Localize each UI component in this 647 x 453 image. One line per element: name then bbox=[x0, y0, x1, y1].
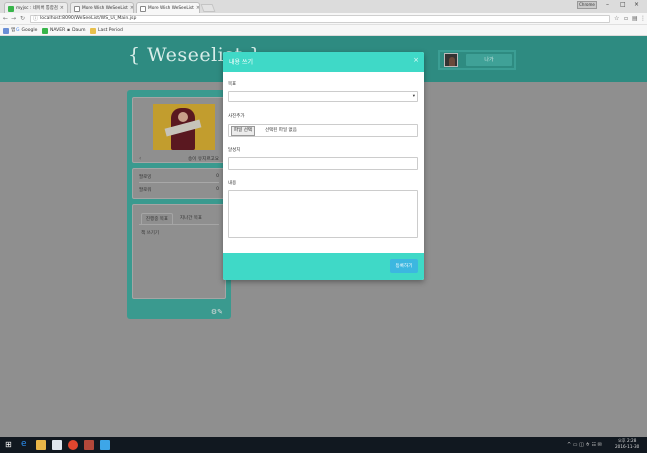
bookmark-naver[interactable]: NAVER bbox=[42, 25, 65, 36]
windows-start-icon[interactable]: ⊞ bbox=[5, 440, 12, 449]
naver-favicon-icon bbox=[8, 5, 14, 12]
bookmark-google[interactable]: G Google bbox=[16, 25, 37, 36]
edge-icon[interactable]: e bbox=[21, 439, 27, 449]
goal-list-panel: 진행중 목표 지나간 목표 책 쓰기기 bbox=[132, 204, 226, 299]
file-select-button[interactable]: 파일 선택 bbox=[231, 126, 255, 136]
browser-tab-active[interactable]: More Wish WeSeeList × bbox=[136, 2, 200, 13]
browser-tab[interactable]: myjsc : 네이버 통합검 × bbox=[4, 2, 68, 13]
address-url: localhost:8090/WeSeeList/WS_Ui_Main.jsp bbox=[40, 16, 137, 21]
achieved-input[interactable] bbox=[228, 157, 418, 170]
close-icon[interactable]: × bbox=[130, 4, 133, 13]
app-icon[interactable] bbox=[100, 440, 110, 450]
bookmark-label: NAVER bbox=[50, 28, 66, 33]
bookmark-label: Google bbox=[21, 28, 38, 33]
browser-tab-bar: myjsc : 네이버 통합검 × More Wish WeSeeList × … bbox=[0, 0, 647, 13]
profile-stats: 팔로잉 0 팔로워 0 bbox=[132, 168, 226, 199]
photo-label: 사진추가 bbox=[228, 114, 245, 119]
tab-past-goals[interactable]: 지나간 목표 bbox=[175, 213, 207, 224]
modal-header: 내용 쓰기 × bbox=[223, 52, 424, 72]
bookmark-apps[interactable]: 앱 bbox=[3, 25, 15, 36]
tab-divider bbox=[139, 224, 219, 225]
bookmark-daum[interactable]: ▪ Daum bbox=[67, 25, 86, 36]
google-icon: G bbox=[16, 28, 20, 33]
close-window-icon[interactable]: × bbox=[634, 1, 639, 8]
list-item[interactable]: 책 쓰기기 bbox=[141, 230, 159, 236]
back-icon[interactable]: ← bbox=[3, 15, 8, 22]
daum-icon: ▪ bbox=[67, 28, 71, 33]
chrome-icon[interactable] bbox=[68, 440, 78, 450]
apps-icon bbox=[3, 27, 9, 34]
file-status: 선택된 파일 없음 bbox=[265, 128, 297, 133]
profile-photo bbox=[153, 104, 215, 150]
system-tray[interactable]: ^ ▭ ◫ ㅎ ☷ ✉ bbox=[567, 441, 602, 448]
bookmark-last-period[interactable]: Last Period bbox=[90, 25, 123, 36]
user-panel: 나가 bbox=[438, 50, 516, 70]
modal-footer: 등록하기 bbox=[223, 253, 424, 280]
info-icon[interactable]: ⓘ bbox=[33, 16, 38, 22]
category-select[interactable]: ▾ bbox=[228, 91, 418, 102]
stat-value: 0 bbox=[216, 174, 219, 179]
page-viewport: { Weseelist } 나가 ‹ 송이 유지르고요 팔로잉 0 팔로워 0 … bbox=[0, 36, 647, 437]
browser-profile-badge[interactable]: Chrome bbox=[577, 1, 597, 9]
card-tools: ⚙✎ bbox=[211, 308, 223, 316]
address-bar[interactable]: ⓘ localhost:8090/WeSeeList/WS_Ui_Main.js… bbox=[30, 15, 610, 23]
profile-card: ‹ 송이 유지르고요 팔로잉 0 팔로워 0 진행중 목표 지나간 목표 책 쓰… bbox=[127, 90, 231, 319]
profile-name: 송이 유지르고요 bbox=[187, 157, 219, 162]
menu-icon[interactable]: ⋮ bbox=[640, 15, 646, 22]
stat-following[interactable]: 팔로잉 0 bbox=[139, 174, 219, 183]
chevron-left-icon[interactable]: ‹ bbox=[139, 155, 141, 162]
category-label: 목표 bbox=[228, 82, 237, 87]
page-favicon-icon bbox=[74, 5, 80, 12]
reload-icon[interactable]: ↻ bbox=[20, 15, 25, 22]
page-favicon-icon bbox=[140, 5, 146, 12]
stat-label: 팔로워 bbox=[139, 188, 152, 193]
logout-button[interactable]: 나가 bbox=[466, 54, 512, 66]
profile-photo-section: ‹ 송이 유지르고요 bbox=[132, 97, 226, 163]
folder-icon bbox=[90, 27, 96, 34]
tab-label: More Wish WeSeeList bbox=[82, 6, 128, 11]
app-icon[interactable] bbox=[84, 440, 94, 450]
achieved-label: 달성치 bbox=[228, 148, 241, 153]
content-textarea[interactable] bbox=[228, 190, 418, 238]
chevron-down-icon: ▾ bbox=[412, 94, 415, 99]
taskbar-clock[interactable]: 오후 2:28 2016-11-30 bbox=[615, 438, 639, 450]
edit-icon[interactable]: ✎ bbox=[217, 308, 223, 316]
clock-date: 2016-11-30 bbox=[615, 444, 640, 449]
bookmark-label: 앱 bbox=[11, 28, 16, 33]
bookmarks-bar: 앱 G Google NAVER ▪ Daum Last Period bbox=[0, 25, 647, 36]
os-taskbar: ⊞ e ^ ▭ ◫ ㅎ ☷ ✉ 오후 2:28 2016-11-30 bbox=[0, 437, 647, 453]
tab-label: More Wish WeSeeList bbox=[148, 6, 194, 11]
submit-button[interactable]: 등록하기 bbox=[390, 259, 418, 273]
close-icon[interactable]: × bbox=[196, 4, 199, 13]
stat-label: 팔로잉 bbox=[139, 175, 152, 180]
store-icon[interactable] bbox=[52, 440, 62, 450]
write-modal: 내용 쓰기 × 목표 ▾ 사진추가 파일 선택 선택된 파일 없음 달성치 내용… bbox=[223, 52, 424, 280]
minimize-icon[interactable]: – bbox=[606, 1, 609, 8]
stat-followers[interactable]: 팔로워 0 bbox=[139, 187, 219, 196]
photo-file-input: 파일 선택 선택된 파일 없음 bbox=[228, 124, 418, 137]
browser-tab[interactable]: More Wish WeSeeList × bbox=[70, 2, 134, 13]
extension-icon[interactable]: ▫ bbox=[624, 15, 628, 22]
maximize-icon[interactable]: □ bbox=[620, 1, 626, 8]
close-icon[interactable]: × bbox=[60, 4, 64, 13]
modal-title: 내용 쓰기 bbox=[229, 59, 253, 66]
content-label: 내용 bbox=[228, 181, 237, 186]
bookmark-label: Last Period bbox=[98, 28, 123, 33]
tab-label: myjsc : 네이버 통합검 bbox=[16, 6, 58, 11]
new-tab-button[interactable] bbox=[200, 4, 216, 12]
naver-icon bbox=[42, 27, 48, 34]
tab-current-goals[interactable]: 진행중 목표 bbox=[141, 213, 173, 224]
close-icon[interactable]: × bbox=[413, 56, 419, 64]
bookmark-label: Daum bbox=[72, 28, 86, 33]
avatar[interactable] bbox=[444, 53, 458, 67]
forward-icon[interactable]: → bbox=[11, 15, 16, 22]
cast-icon[interactable]: ▤ bbox=[632, 15, 638, 22]
file-explorer-icon[interactable] bbox=[36, 440, 46, 450]
browser-toolbar: ← → ↻ ⓘ localhost:8090/WeSeeList/WS_Ui_M… bbox=[0, 13, 647, 25]
stat-value: 0 bbox=[216, 187, 219, 192]
star-icon[interactable]: ☆ bbox=[614, 15, 619, 22]
